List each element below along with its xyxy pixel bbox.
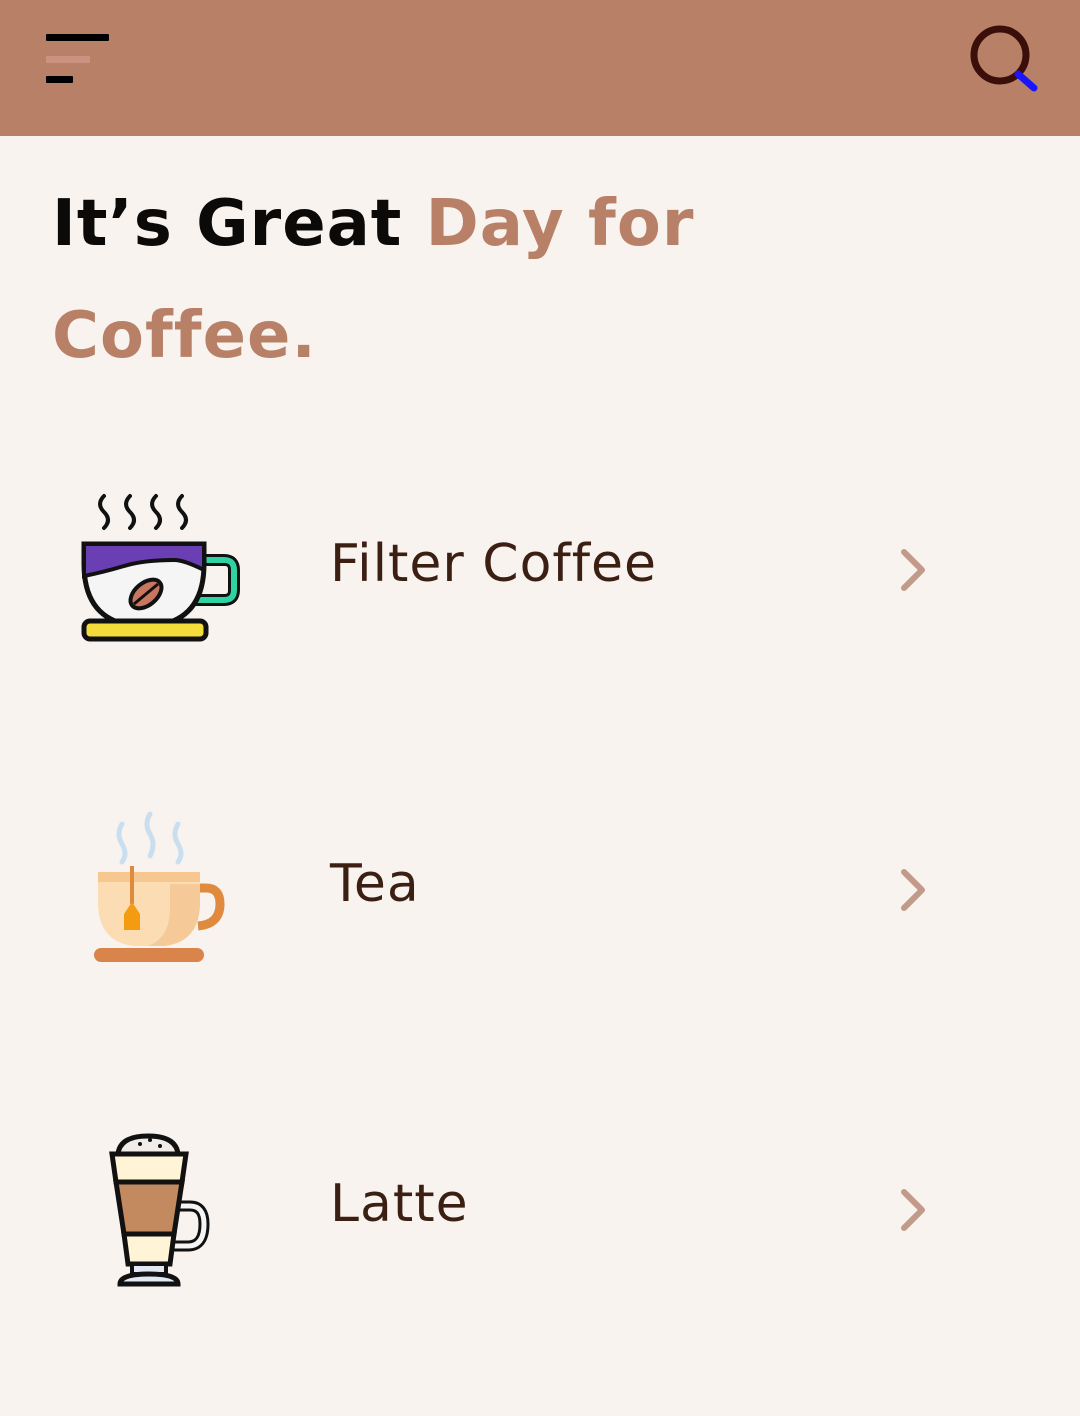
- menu-line-bottom: [46, 76, 73, 83]
- category-item-latte[interactable]: Latte: [60, 1108, 960, 1308]
- tea-cup-icon: [94, 811, 225, 962]
- filter-coffee-icon: [81, 494, 240, 642]
- category-label: Filter Coffee: [330, 534, 658, 594]
- category-item-filter-coffee[interactable]: Filter Coffee: [60, 468, 960, 668]
- menu-icon[interactable]: [40, 28, 116, 88]
- search-icon[interactable]: [962, 18, 1046, 102]
- latte-glass-icon: [109, 1133, 210, 1287]
- category-label: Tea: [330, 854, 420, 914]
- chevron-right-icon: [901, 549, 925, 591]
- menu-line-top: [46, 34, 109, 41]
- chevron-right-icon: [901, 869, 925, 911]
- top-app-bar: [0, 0, 1080, 136]
- category-item-tea[interactable]: Tea: [60, 788, 960, 988]
- menu-line-middle: [46, 56, 90, 63]
- headline-part-dark: It’s Great: [52, 187, 426, 261]
- chevron-right-icon: [901, 1189, 925, 1231]
- category-label: Latte: [330, 1174, 469, 1234]
- page-title: It’s Great Day for Coffee.: [52, 168, 812, 392]
